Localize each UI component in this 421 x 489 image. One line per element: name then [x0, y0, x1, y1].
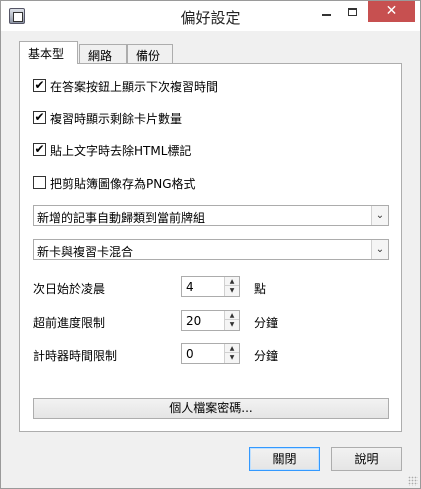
next-day-label: 次日始於凌晨	[33, 282, 106, 296]
increment-icon[interactable]: ▲	[224, 311, 239, 320]
timebox-label: 計時器時間限制	[33, 349, 118, 363]
new-note-deck-select[interactable]: 新增的記事自動歸類到當前牌組 ⌄	[33, 205, 389, 226]
stepper-value[interactable]: 0	[186, 347, 194, 361]
resize-grip[interactable]	[408, 476, 418, 486]
next-day-unit: 點	[254, 282, 267, 296]
checkbox[interactable]: ✔	[33, 143, 46, 156]
timebox-unit: 分鐘	[254, 349, 279, 363]
stepper-value[interactable]: 20	[186, 314, 201, 328]
new-card-order-select[interactable]: 新卡與複習卡混合 ⌄	[33, 239, 389, 260]
learn-ahead-stepper[interactable]: 20 ▲ ▼	[181, 310, 240, 331]
close-window-button[interactable]: ✕	[368, 1, 415, 22]
close-icon: ✕	[385, 3, 398, 19]
maximize-icon	[347, 7, 357, 16]
option-label: 把剪貼簿圖像存為PNG格式	[50, 177, 196, 191]
decrement-icon[interactable]: ▼	[224, 320, 239, 330]
checkbox[interactable]: ✔	[33, 79, 46, 92]
option-label: 在答案按鈕上顯示下次複習時間	[50, 80, 219, 94]
next-day-stepper[interactable]: 4 ▲ ▼	[181, 276, 240, 297]
preferences-window: 偏好設定 ✕ 基本型 網路 備份 ✔ 在答案按鈕上顯示下次複習時間 ✔ 複習時顯…	[0, 0, 421, 489]
select-value: 新增的記事自動歸類到當前牌組	[37, 211, 206, 225]
minimize-icon	[321, 13, 331, 16]
checkbox[interactable]	[33, 176, 46, 189]
profile-password-button[interactable]: 個人檔案密碼...	[33, 398, 389, 419]
minimize-button[interactable]	[313, 1, 339, 22]
timebox-stepper[interactable]: 0 ▲ ▼	[181, 343, 240, 364]
title-bar: 偏好設定 ✕	[1, 1, 420, 31]
help-button[interactable]: 說明	[331, 447, 402, 471]
tab-backup[interactable]: 備份	[127, 44, 173, 63]
tab-basic[interactable]: 基本型	[19, 41, 78, 64]
select-value: 新卡與複習卡混合	[37, 245, 134, 259]
increment-icon[interactable]: ▲	[224, 277, 239, 286]
learn-ahead-label: 超前進度限制	[33, 316, 106, 330]
option-label: 複習時顯示剩餘卡片數量	[50, 112, 183, 126]
chevron-down-icon[interactable]: ⌄	[371, 240, 388, 259]
stepper-value[interactable]: 4	[186, 280, 194, 294]
option-label: 貼上文字時去除HTML標記	[50, 144, 192, 158]
increment-icon[interactable]: ▲	[224, 344, 239, 353]
learn-ahead-unit: 分鐘	[254, 316, 279, 330]
tab-network[interactable]: 網路	[79, 44, 127, 63]
app-icon	[9, 8, 25, 24]
tab-panel-basic: ✔ 在答案按鈕上顯示下次複習時間 ✔ 複習時顯示剩餘卡片數量 ✔ 貼上文字時去除…	[19, 63, 402, 432]
close-button[interactable]: 關閉	[249, 447, 320, 471]
checkbox[interactable]: ✔	[33, 111, 46, 124]
chevron-down-icon[interactable]: ⌄	[371, 206, 388, 225]
decrement-icon[interactable]: ▼	[224, 286, 239, 296]
maximize-button[interactable]	[339, 1, 365, 22]
decrement-icon[interactable]: ▼	[224, 353, 239, 363]
